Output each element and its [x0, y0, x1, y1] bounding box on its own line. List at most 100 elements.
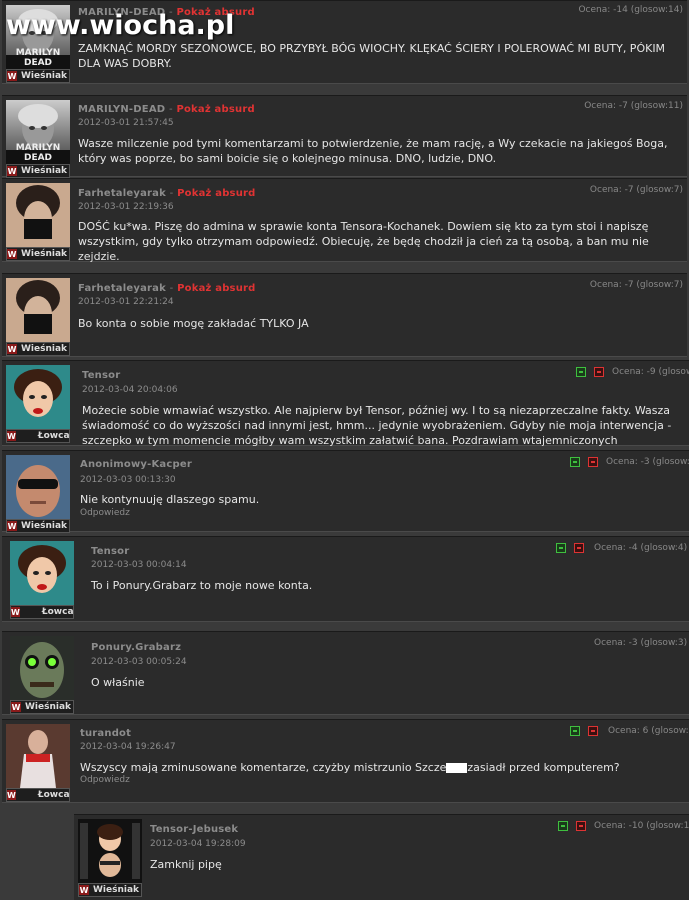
avatar[interactable] — [10, 636, 74, 700]
rank-badge: W Wieśniak — [10, 700, 74, 714]
rank-icon: W — [7, 521, 17, 531]
rank-badge: W Łowca — [10, 605, 74, 619]
rank-label: Łowca — [41, 607, 74, 617]
comment-text: Możecie sobie wmawiać wszystko. Ale najp… — [82, 404, 672, 447]
zombie-face-avatar-image — [20, 642, 64, 698]
show-absurd-link[interactable]: Pokaż absurd — [176, 104, 254, 115]
avatar-box: W Łowca — [10, 541, 74, 619]
avatar-box: W Łowca — [6, 724, 70, 802]
rank-label: Wieśniak — [21, 71, 68, 81]
comment-author: Tensor — [82, 370, 120, 381]
comment-text-start: Wszyscy mają zminusowane komentarze, czy… — [80, 761, 447, 774]
masked-face-avatar-image — [16, 280, 60, 334]
comment-score: Ocena: -4 (glosow:4) — [594, 543, 688, 553]
comment-score: Ocena: 6 (glosow:8) — [608, 726, 689, 736]
vote-up-button[interactable] — [570, 457, 580, 467]
show-absurd-link[interactable]: Pokaż absurd — [177, 283, 255, 294]
rank-icon: W — [7, 431, 16, 441]
vote-up-button[interactable] — [570, 726, 580, 736]
collage-avatar-image — [78, 819, 142, 883]
author-name[interactable]: turandot — [80, 728, 131, 739]
comment-date: 2012-03-03 00:13:30 — [80, 475, 176, 485]
reply-link[interactable]: Odpowiedz — [80, 508, 130, 518]
author-name[interactable]: Anonimowy-Kacper — [80, 459, 192, 470]
comment-score: Ocena: -7 (glosow:11) — [584, 101, 683, 111]
rank-label: Wieśniak — [25, 702, 72, 712]
author-name[interactable]: Farhetaleyarak — [78, 283, 166, 294]
rank-label: Wieśniak — [21, 344, 68, 354]
sunglasses-face-avatar-image — [16, 465, 60, 517]
comment-date: 2012-03-01 22:21:24 — [78, 297, 174, 307]
comment-text: DOŚĆ ku*wa. Piszę do admina w sprawie ko… — [78, 220, 649, 263]
rank-icon: W — [7, 166, 17, 176]
redaction-block — [446, 763, 468, 773]
vote-up-button[interactable] — [576, 367, 586, 377]
comment-score: Ocena: -10 (glosow:12) — [594, 821, 689, 831]
vote-down-button[interactable] — [594, 367, 604, 377]
comment-text: Wszyscy mają zminusowane komentarze, czy… — [80, 760, 685, 775]
comment: MARILYN DEAD W Wieśniak MARILYN-DEAD - Po… — [2, 95, 687, 178]
woman-photo-avatar-image — [6, 724, 70, 788]
comment-author: turandot — [80, 728, 131, 739]
rank-icon: W — [11, 607, 20, 617]
author-name[interactable]: Ponury.Grabarz — [91, 642, 181, 653]
avatar[interactable] — [6, 183, 70, 247]
avatar[interactable]: MARILYN DEAD — [6, 100, 70, 164]
comment-text: ZAMKNĄĆ MORDY SEZONOWCE, BO PRZYBYŁ BÓG … — [78, 42, 666, 70]
rank-badge: W Wieśniak — [6, 519, 70, 533]
comment-text: Bo konta o sobie mogę zakładać TYLKO JA — [78, 317, 309, 330]
author-name[interactable]: MARILYN-DEAD — [78, 104, 165, 115]
vote-down-button[interactable] — [588, 726, 598, 736]
comment-author: Tensor — [91, 546, 129, 557]
avatar-caption: MARILYN DEAD — [15, 143, 61, 163]
comment: W Wieśniak Tensor-Jebusek 2012-03-04 19:2… — [74, 814, 689, 900]
avatar-box: W Wieśniak — [78, 819, 142, 897]
avatar[interactable] — [6, 278, 70, 342]
vote-down-button[interactable] — [588, 457, 598, 467]
rank-badge: W Wieśniak — [6, 247, 70, 261]
rank-label: Wieśniak — [21, 166, 68, 176]
comment-text: Wasze milczenie pod tymi komentarzami to… — [78, 137, 668, 165]
reply-link[interactable]: Odpowiedz — [80, 775, 130, 785]
comment-author: Ponury.Grabarz — [91, 642, 181, 653]
rank-label: Wieśniak — [93, 885, 140, 895]
comment: W Wieśniak Farhetaleyarak - Pokaż absurd … — [2, 273, 687, 357]
comment-date: 2012-03-03 00:04:14 — [91, 560, 187, 570]
rank-icon: W — [7, 790, 16, 800]
author-name[interactable]: Tensor — [91, 546, 129, 557]
comment-author: Farhetaleyarak - Pokaż absurd — [78, 188, 256, 199]
show-absurd-link[interactable]: Pokaż absurd — [177, 188, 255, 199]
comment: W Wieśniak Farhetaleyarak - Pokaż absurd … — [2, 178, 687, 263]
rank-badge: W Wieśniak — [6, 164, 70, 178]
vote-down-button[interactable] — [576, 821, 586, 831]
comment-score: Ocena: -3 (glosow:3) — [594, 638, 688, 648]
comment-score: Ocena: -7 (glosow:7) — [589, 280, 683, 290]
vote-up-button[interactable] — [558, 821, 568, 831]
comment-date: 2012-03-04 20:04:06 — [82, 385, 178, 395]
rank-badge: W Wieśniak — [6, 342, 70, 356]
author-name[interactable]: Tensor-Jebusek — [150, 824, 238, 835]
avatar[interactable] — [6, 724, 70, 788]
comment: W Wieśniak Anonimowy-Kacper 2012-03-03 00… — [2, 450, 689, 533]
avatar-box: W Wieśniak — [6, 183, 70, 261]
comment-score: Ocena: -7 (glosow:7) — [589, 185, 683, 195]
avatar[interactable] — [10, 541, 74, 605]
comment-text: Zamknij pipę — [150, 858, 222, 871]
comment-author: Anonimowy-Kacper — [80, 459, 192, 470]
avatar[interactable] — [78, 819, 142, 883]
avatar-caption: MARILYN DEAD — [15, 48, 61, 68]
avatar-box: W Wieśniak — [10, 636, 74, 714]
avatar[interactable] — [6, 365, 70, 429]
vote-down-button[interactable] — [574, 543, 584, 553]
avatar[interactable] — [6, 455, 70, 519]
author-name[interactable]: Tensor — [82, 370, 120, 381]
rank-icon: W — [7, 249, 17, 259]
avatar-box: W Wieśniak — [6, 278, 70, 356]
vote-up-button[interactable] — [556, 543, 566, 553]
comment: W Łowca turandot 2012-03-04 19:26:47 Ocen… — [2, 719, 689, 803]
rank-badge: W Wieśniak — [78, 883, 142, 897]
author-name[interactable]: Farhetaleyarak — [78, 188, 166, 199]
rank-icon: W — [7, 71, 17, 81]
comment-text: Nie kontynuuję dlaszego spamu. — [80, 493, 260, 506]
avatar-box: MARILYN DEAD W Wieśniak — [6, 100, 70, 178]
